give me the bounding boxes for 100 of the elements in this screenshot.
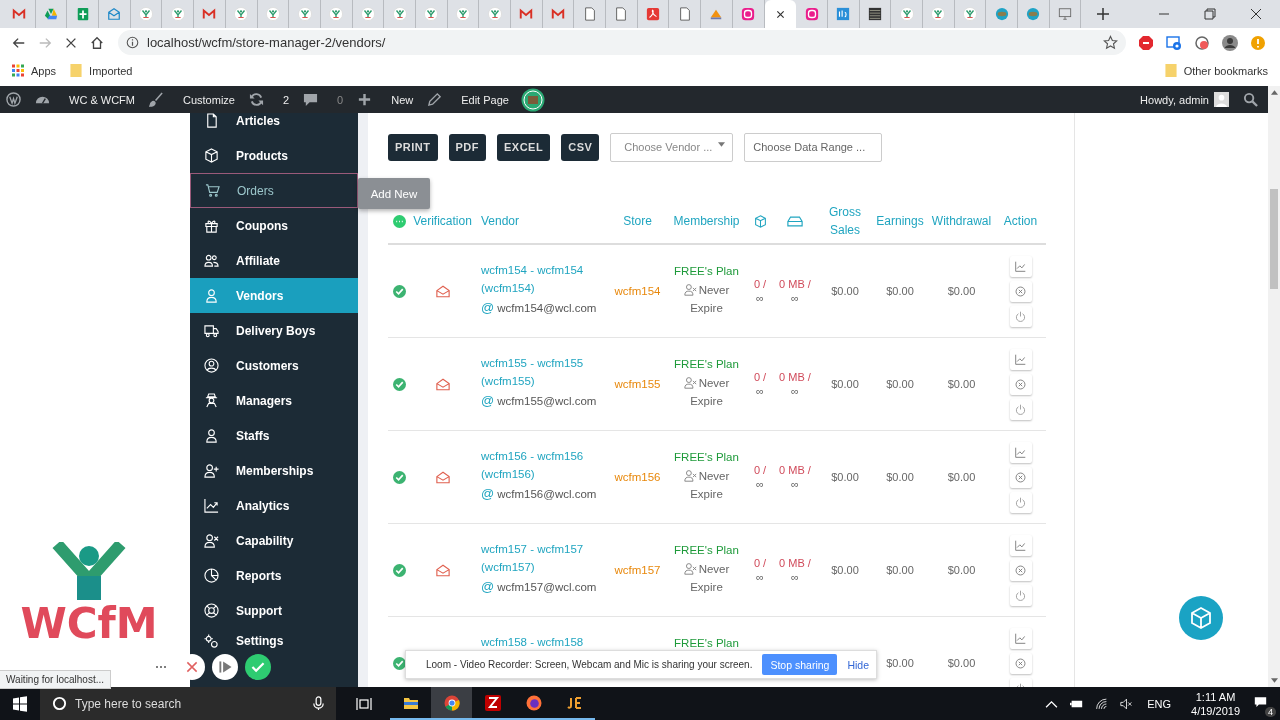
sidebar-item[interactable]: Affiliate [190, 243, 358, 278]
avatar-icon[interactable] [1222, 34, 1238, 51]
chrome-icon [443, 694, 460, 711]
sidebar-item[interactable]: Capability [190, 523, 358, 558]
swirl-icon[interactable] [1194, 34, 1210, 51]
greeting: Howdy, admin [1140, 93, 1209, 106]
comments-link[interactable]: 0 [303, 92, 344, 107]
octagon-icon[interactable] [1138, 34, 1154, 51]
address-bar[interactable]: localhost/wcfm/store-manager-2/vendors/ [118, 30, 1126, 55]
notification-button[interactable]: 4 [1252, 693, 1274, 714]
wifi-icon[interactable] [1095, 697, 1109, 710]
sidebar-item[interactable]: Delivery Boys [190, 313, 358, 348]
report-button[interactable] [1009, 348, 1032, 370]
app-icon [804, 7, 819, 21]
hide-link[interactable]: Hide [847, 658, 870, 671]
scrollbar[interactable] [1268, 86, 1280, 687]
account-menu[interactable]: Howdy, admin [1140, 92, 1229, 107]
envelope-icon[interactable] [435, 284, 450, 298]
new-tab-icon[interactable] [1097, 8, 1110, 20]
camera-icon[interactable] [1166, 34, 1182, 51]
close-icon[interactable] [1250, 8, 1262, 20]
comment-icon [303, 92, 319, 107]
bookmark[interactable]: Imported [70, 64, 133, 77]
restore-icon[interactable] [1204, 8, 1216, 20]
export-button[interactable]: EXCEL [497, 133, 551, 161]
disable-button[interactable] [1009, 559, 1032, 581]
vendor-email: wcfm155@wcl.com [497, 394, 597, 407]
vendor-select[interactable]: Choose Vendor ... [610, 132, 734, 162]
export-button[interactable]: PRINT [388, 133, 438, 161]
disable-button[interactable] [1009, 373, 1032, 395]
task-view-icon[interactable] [356, 695, 372, 712]
edit-page-link[interactable]: Edit Page [427, 92, 509, 107]
disk-usage: 0 MB / [779, 371, 811, 383]
report-button[interactable] [1009, 627, 1032, 649]
pause-resume-icon[interactable] [212, 654, 238, 680]
search-icon[interactable] [1243, 92, 1258, 107]
column-header: Vendor [481, 213, 520, 230]
sidebar-item[interactable]: Settings [190, 628, 358, 654]
product-limit: ∞ [756, 385, 764, 397]
back-icon[interactable] [12, 35, 26, 50]
product-count: 0 / [753, 464, 767, 476]
wordpress-logo-icon[interactable] [6, 92, 21, 107]
drive-icon [787, 215, 803, 227]
product-count: 0 / [753, 371, 767, 383]
new-link[interactable]: New [357, 92, 414, 107]
report-button[interactable] [1009, 255, 1032, 277]
scroll-down-icon[interactable] [1270, 678, 1278, 683]
store-badge-icon[interactable] [520, 87, 545, 112]
sidebar-item[interactable]: Memberships [190, 453, 358, 488]
envelope-icon[interactable] [435, 470, 450, 484]
customize-link[interactable]: Customize [149, 92, 235, 107]
figure-icon [265, 7, 280, 21]
figure-icon [455, 7, 470, 21]
muted-speaker-icon[interactable] [1120, 697, 1134, 710]
disable-button[interactable] [1009, 466, 1032, 488]
taskbar-search[interactable]: Type here to search [40, 687, 336, 720]
alert-icon[interactable] [1250, 34, 1266, 51]
bookmark-label: Apps [31, 64, 57, 77]
input-language[interactable]: ENG [1147, 697, 1172, 710]
finish-icon[interactable] [245, 654, 271, 680]
envelope-icon[interactable] [435, 563, 450, 577]
sidebar-item[interactable]: Analytics [190, 488, 358, 523]
scroll-thumb[interactable] [1270, 189, 1278, 289]
column-header: Withdrawal [931, 213, 992, 230]
disk-usage: 0 MB / [779, 557, 811, 569]
bookmark[interactable]: Other bookmarks [1164, 64, 1268, 77]
envelope-icon[interactable] [435, 377, 450, 391]
sidebar-item[interactable]: Customers [190, 348, 358, 383]
sidebar-item[interactable]: Articles [190, 113, 358, 138]
people-icon [204, 253, 219, 268]
taskbar-app[interactable] [431, 687, 472, 720]
chart-icon [1015, 539, 1026, 551]
mail-icon [12, 7, 27, 21]
close-icon[interactable] [775, 9, 785, 19]
scroll-up-icon[interactable] [1270, 90, 1278, 95]
sidebar-item[interactable]: Support [190, 593, 358, 628]
sidebar-item[interactable]: Orders [190, 173, 358, 208]
site-menu[interactable]: WC & WCFM [35, 92, 135, 107]
sidebar-item[interactable]: Staffs [190, 418, 358, 453]
disable-button[interactable] [1009, 280, 1032, 302]
sidebar-item[interactable]: Reports [190, 558, 358, 593]
sidebar-item[interactable]: Coupons [190, 208, 358, 243]
report-button[interactable] [1009, 441, 1032, 463]
forward-icon[interactable] [38, 35, 52, 50]
export-button[interactable]: PDF [448, 133, 486, 161]
home-icon[interactable] [90, 35, 104, 50]
sidebar-item[interactable]: Managers [190, 383, 358, 418]
date-range-field[interactable]: Choose Data Range ... [744, 132, 883, 162]
updates-link[interactable]: 2 [248, 92, 290, 107]
windows-icon[interactable] [12, 695, 28, 712]
star-icon[interactable] [1103, 35, 1118, 50]
export-button[interactable]: CSV [561, 133, 600, 161]
product-count: 0 / [753, 557, 767, 569]
avatar-icon [1214, 92, 1229, 107]
report-button[interactable] [1009, 534, 1032, 556]
box-fab-icon[interactable] [1179, 596, 1223, 640]
disable-button[interactable] [1009, 652, 1032, 674]
bookmark[interactable]: Apps [12, 64, 57, 77]
sidebar-item[interactable]: Products [190, 138, 358, 173]
clock[interactable]: 1:11 AM 4/19/2019 [1191, 689, 1240, 718]
